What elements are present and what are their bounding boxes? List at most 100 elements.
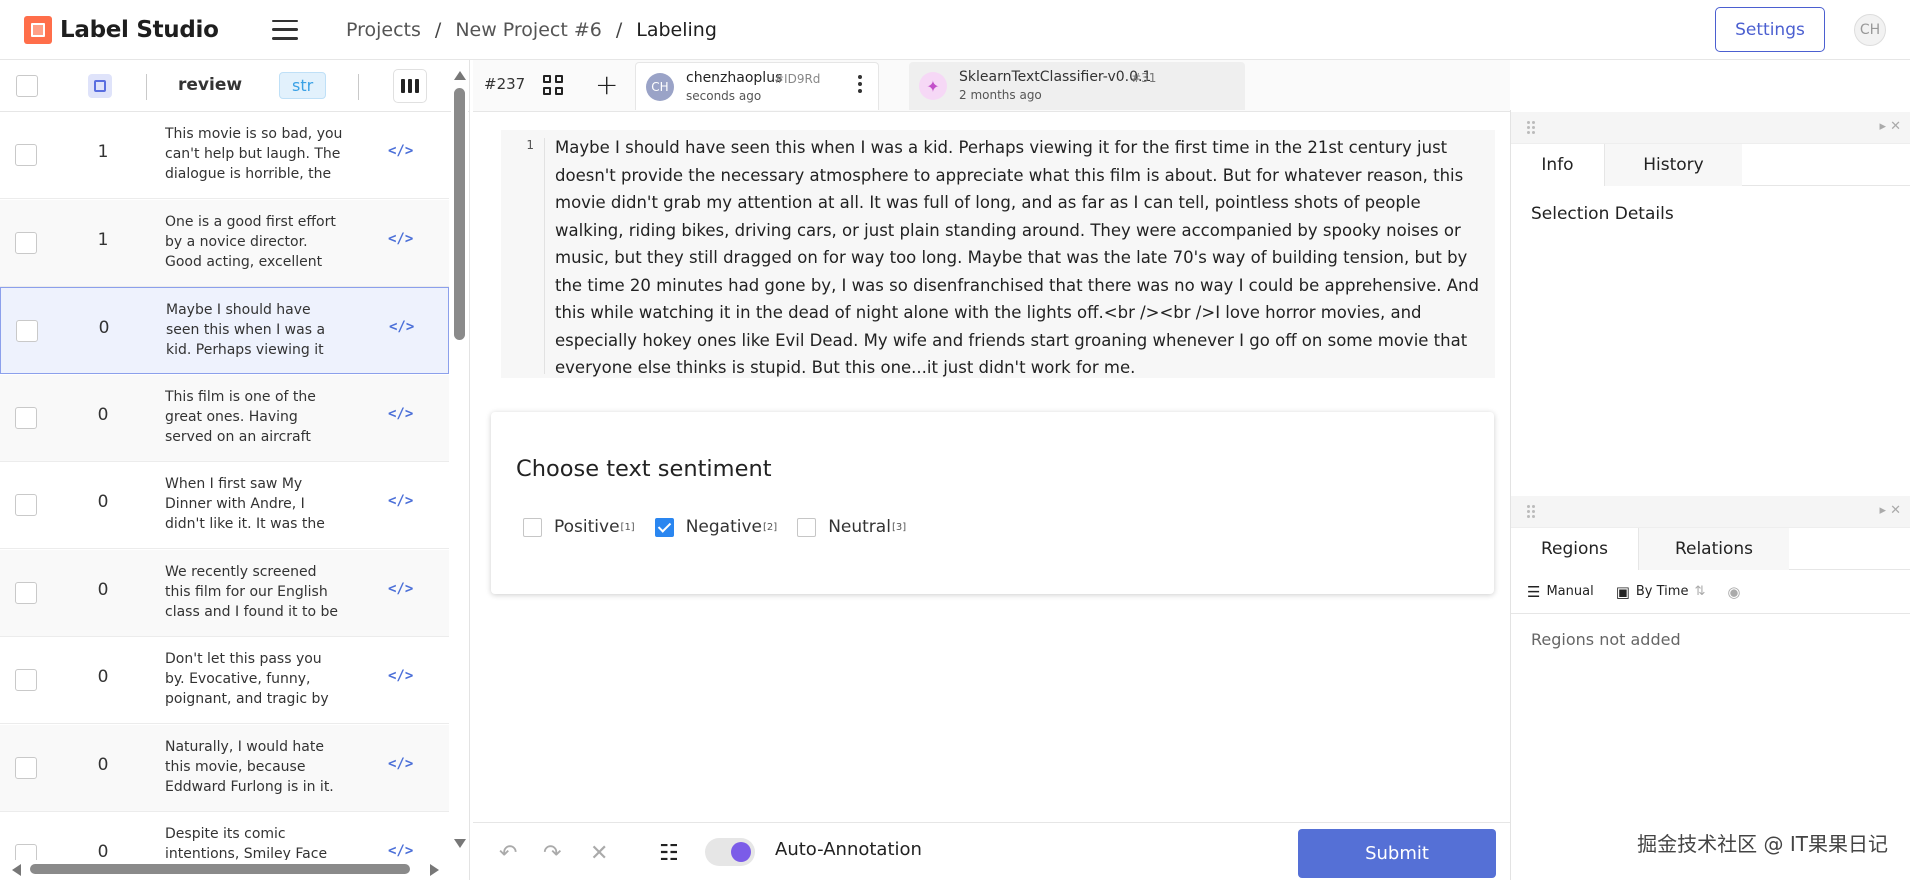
row-checkbox[interactable] — [15, 231, 37, 254]
task-row[interactable]: 0 We recently screened this film for our … — [0, 549, 449, 637]
review-preview: One is a good first effort by a novice d… — [165, 213, 336, 270]
annotation-tab[interactable]: CH chenzhaoplus #ID9Rd seconds ago — [635, 62, 879, 110]
top-header: Label Studio Projects / New Project #6 /… — [0, 0, 1910, 60]
redo-icon[interactable]: ↷ — [543, 841, 561, 866]
choice-checkbox[interactable] — [654, 517, 674, 537]
panel-controls-icon[interactable]: ▸ ✕ — [1879, 503, 1901, 518]
code-icon[interactable]: </> — [388, 756, 413, 772]
label-studio-logo-icon — [24, 15, 52, 44]
row-checkbox[interactable] — [15, 756, 37, 779]
breadcrumb-projects[interactable]: Projects — [346, 19, 421, 41]
review-preview: This movie is so bad, you can't help but… — [165, 126, 343, 182]
settings-sliders-icon[interactable]: ☷ — [659, 841, 679, 866]
select-all-checkbox[interactable] — [16, 75, 38, 97]
task-row[interactable]: 0 This film is one of the great ones. Hav… — [0, 374, 449, 462]
task-row[interactable]: 0 Naturally, I would hate this movie, bec… — [0, 724, 449, 812]
row-checkbox[interactable] — [15, 494, 37, 516]
app-logo[interactable]: Label Studio — [24, 15, 244, 44]
tab-relations[interactable]: Relations — [1639, 528, 1789, 570]
code-icon[interactable]: </> — [388, 843, 413, 859]
drag-handle-icon[interactable] — [1527, 505, 1535, 518]
scroll-down-icon — [454, 839, 466, 848]
review-preview: Don't let this pass you by. Evocative, f… — [165, 651, 329, 707]
eye-icon: ◉ — [1727, 582, 1741, 601]
task-list-horizontal-scrollbar[interactable] — [0, 860, 450, 878]
row-checkbox[interactable] — [15, 669, 37, 691]
prediction-time: 2 months ago — [959, 88, 1042, 102]
grid-view-icon[interactable] — [543, 75, 563, 95]
code-icon[interactable]: </> — [388, 231, 413, 247]
choice-negative[interactable]: Negative [2] — [654, 517, 778, 537]
choice-neutral[interactable]: Neutral [3] — [797, 517, 906, 537]
annotation-tabs-bar: #237 + CH chenzhaoplus #ID9Rd seconds ag… — [473, 60, 1510, 112]
task-row[interactable]: 1 This movie is so bad, you can't help bu… — [0, 112, 449, 199]
choice-positive[interactable]: Positive [1] — [523, 517, 635, 537]
code-icon[interactable]: </> — [389, 319, 414, 335]
sort-order-icon: ⇅ — [1694, 584, 1706, 599]
row-checkbox[interactable] — [15, 406, 37, 429]
reset-icon[interactable]: ✕ — [590, 841, 608, 866]
choice-label: Neutral — [828, 517, 891, 537]
annotation-count: 0 — [97, 579, 109, 600]
labeling-area: #237 + CH chenzhaoplus #ID9Rd seconds ag… — [473, 60, 1510, 880]
task-list-vertical-scrollbar[interactable] — [451, 60, 468, 880]
sentiment-choices: Positive [1] Negative [2] Neutral [3] — [523, 517, 926, 537]
tab-regions[interactable]: Regions — [1511, 528, 1639, 570]
breadcrumb-project[interactable]: New Project #6 — [455, 19, 602, 41]
undo-icon[interactable]: ↶ — [499, 841, 517, 866]
prediction-tab[interactable]: ✦ SklearnTextClassifier-v0.0.1 #31 2 mon… — [909, 62, 1245, 110]
choice-label: Positive — [554, 517, 620, 537]
scroll-up-icon — [454, 71, 466, 80]
drag-handle-icon[interactable] — [1527, 121, 1535, 134]
row-checkbox[interactable] — [15, 144, 37, 166]
visibility-toggle[interactable]: ◉ — [1727, 583, 1746, 601]
code-icon[interactable]: </> — [388, 668, 413, 684]
add-annotation-icon[interactable]: + — [595, 71, 618, 99]
tab-info[interactable]: Info — [1511, 144, 1605, 186]
task-row[interactable]: 0 When I first saw My Dinner with Andre, … — [0, 462, 449, 549]
code-icon[interactable]: </> — [388, 581, 413, 597]
review-text-block: 1 Maybe I should have seen this when I w… — [501, 130, 1495, 378]
choice-label: Negative — [685, 517, 763, 537]
review-text[interactable]: Maybe I should have seen this when I was… — [555, 134, 1489, 382]
auto-annotation-toggle[interactable] — [705, 838, 755, 866]
choice-checkbox[interactable] — [797, 517, 817, 537]
code-icon[interactable]: </> — [388, 493, 413, 509]
annotator-name: chenzhaoplus — [686, 70, 783, 86]
info-panel-header: ▸ ✕ — [1511, 112, 1910, 144]
row-checkbox[interactable] — [15, 581, 37, 604]
settings-button[interactable]: Settings — [1715, 7, 1825, 52]
annotations-column-icon[interactable] — [88, 74, 112, 98]
choice-checkbox[interactable] — [523, 517, 542, 537]
auto-annotation-label: Auto-Annotation — [775, 839, 922, 860]
list-icon: ☰ — [1527, 582, 1541, 601]
row-checkbox[interactable] — [16, 320, 38, 342]
annotation-count: 0 — [97, 842, 109, 862]
menu-hamburger-icon[interactable] — [272, 19, 298, 40]
review-preview: We recently screened this film for our E… — [165, 563, 338, 620]
column-type-badge[interactable]: str — [279, 72, 327, 99]
columns-toggle-icon[interactable] — [393, 69, 427, 103]
scroll-thumb — [30, 864, 410, 874]
task-row[interactable]: 1 One is a good first effort by a novice … — [0, 199, 449, 287]
column-review[interactable]: review — [178, 75, 242, 95]
panel-controls-icon[interactable]: ▸ ✕ — [1879, 119, 1901, 134]
task-row[interactable]: 0 Maybe I should have seen this when I wa… — [0, 287, 449, 374]
by-time-sort[interactable]: ▣ By Time ⇅ — [1616, 583, 1706, 601]
annotation-time: seconds ago — [686, 89, 762, 103]
code-icon[interactable]: </> — [388, 143, 413, 159]
manual-sort[interactable]: ☰ Manual — [1527, 583, 1594, 601]
more-options-icon[interactable] — [858, 75, 862, 93]
prediction-id: #31 — [1131, 71, 1157, 85]
user-avatar[interactable]: CH — [1854, 14, 1886, 46]
breadcrumb: Projects / New Project #6 / Labeling — [346, 18, 717, 41]
sentiment-choices-card: Choose text sentiment Positive [1] Negativ… — [491, 412, 1494, 594]
submit-button[interactable]: Submit — [1298, 829, 1496, 878]
task-row[interactable]: 0 Don't let this pass you by. Evocative, … — [0, 637, 449, 724]
annotation-count: 1 — [97, 142, 109, 162]
tab-history[interactable]: History — [1605, 144, 1742, 186]
choice-hotkey: [2] — [763, 521, 778, 533]
code-icon[interactable]: </> — [388, 406, 413, 422]
calendar-icon: ▣ — [1615, 582, 1630, 601]
review-preview: Naturally, I would hate this movie, beca… — [165, 738, 334, 795]
